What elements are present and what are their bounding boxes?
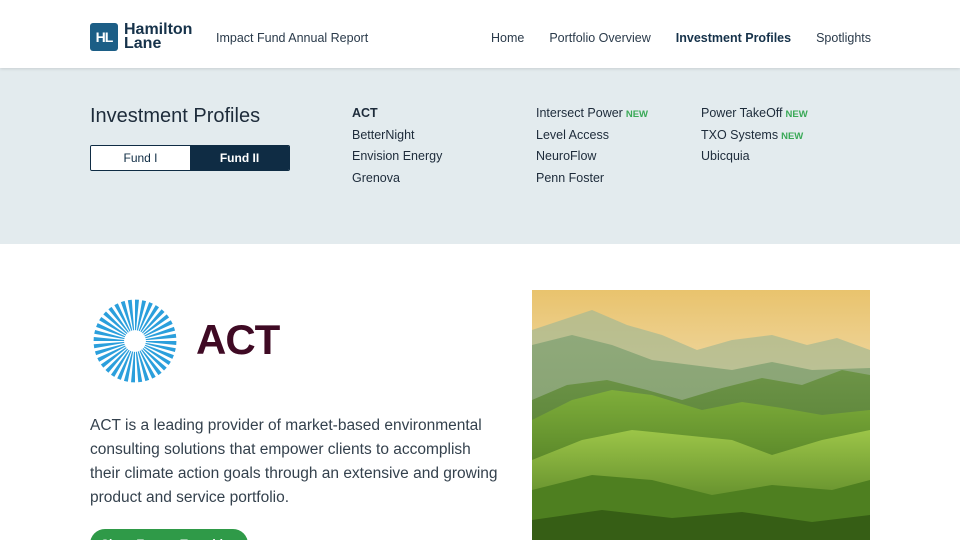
logo-line-2: Lane	[124, 35, 162, 52]
report-title: Impact Fund Annual Report	[216, 31, 369, 45]
clean-energy-transition-button[interactable]: Clean Energy Transition	[90, 529, 248, 540]
nav-portfolio-overview[interactable]: Portfolio Overview	[549, 31, 650, 45]
company-link-intersect-power[interactable]: Intersect Power NEW	[536, 106, 648, 128]
logo-mark-icon: HL	[90, 23, 118, 51]
company-description: ACT is a leading provider of market-base…	[90, 417, 498, 506]
nav-spotlights[interactable]: Spotlights	[816, 31, 871, 45]
company-link-act[interactable]: ACT	[352, 106, 442, 128]
company-link-power-takeoff[interactable]: Power TakeOff NEW	[701, 106, 808, 128]
fund-toggle: Fund I Fund II	[90, 145, 290, 171]
company-list-col-1: ACT BetterNight Envision Energy Grenova	[352, 106, 442, 192]
company-link-envision-energy[interactable]: Envision Energy	[352, 149, 442, 171]
company-name: ACT	[196, 316, 280, 363]
company-link-txo-systems[interactable]: TXO Systems NEW	[701, 128, 808, 150]
company-link-ubicquia[interactable]: Ubicquia	[701, 149, 808, 171]
page-title: Investment Profiles	[90, 105, 261, 127]
company-list-col-2: Intersect Power NEW Level Access NeuroFlo…	[536, 106, 648, 192]
new-badge: NEW	[781, 130, 804, 142]
sunburst-center	[124, 330, 146, 352]
company-link-neuroflow[interactable]: NeuroFlow	[536, 149, 648, 171]
main-nav: Home Portfolio Overview Investment Profi…	[491, 31, 871, 45]
act-sunburst-icon	[93, 299, 177, 383]
company-list-col-3: Power TakeOff NEW TXO Systems NEW Ubicquia	[701, 106, 808, 171]
company-link-level-access[interactable]: Level Access	[536, 128, 648, 150]
tab-fund-1[interactable]: Fund I	[91, 146, 190, 170]
nav-home[interactable]: Home	[491, 31, 524, 45]
investment-profiles-panel: Investment Profiles Fund I Fund II ACT B…	[0, 68, 960, 244]
company-link-penn-foster[interactable]: Penn Foster	[536, 171, 648, 193]
logo-wordmark: Hamilton Lane	[124, 22, 192, 52]
hamilton-lane-logo[interactable]: HL Hamilton Lane	[90, 22, 192, 52]
nav-investment-profiles[interactable]: Investment Profiles	[676, 31, 791, 45]
new-badge: NEW	[625, 109, 649, 120]
tab-fund-2[interactable]: Fund II	[190, 146, 289, 170]
site-header: HL Hamilton Lane Impact Fund Annual Repo…	[0, 0, 960, 68]
company-link-betternight[interactable]: BetterNight	[352, 128, 442, 150]
new-badge: NEW	[785, 109, 808, 120]
company-link-grenova[interactable]: Grenova	[352, 171, 442, 193]
green-mountains-image	[532, 290, 870, 540]
